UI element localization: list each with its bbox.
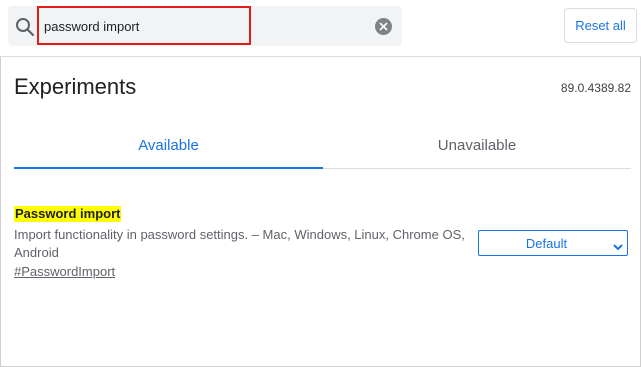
experiment-state-select[interactable]: Default <box>478 230 628 256</box>
select-value: Default <box>525 236 568 251</box>
reset-all-button[interactable]: Reset all <box>564 8 637 43</box>
chevron-down-icon <box>613 239 623 254</box>
experiment-link[interactable]: #PasswordImport <box>14 264 115 279</box>
search-icon <box>15 17 35 37</box>
tab-available[interactable]: Available <box>14 137 323 157</box>
search-input[interactable] <box>44 16 244 36</box>
page-title: Experiments <box>14 74 137 99</box>
header-bar: Reset all <box>0 0 641 57</box>
experiment-title: Password import <box>14 206 122 222</box>
experiment-description: Import functionality in password setting… <box>14 227 465 260</box>
close-icon <box>379 22 388 31</box>
clear-search-button[interactable] <box>375 18 392 35</box>
tab-active-indicator <box>14 167 323 169</box>
tab-unavailable[interactable]: Unavailable <box>323 137 631 157</box>
version-label: 89.0.4389.82 <box>560 81 631 95</box>
